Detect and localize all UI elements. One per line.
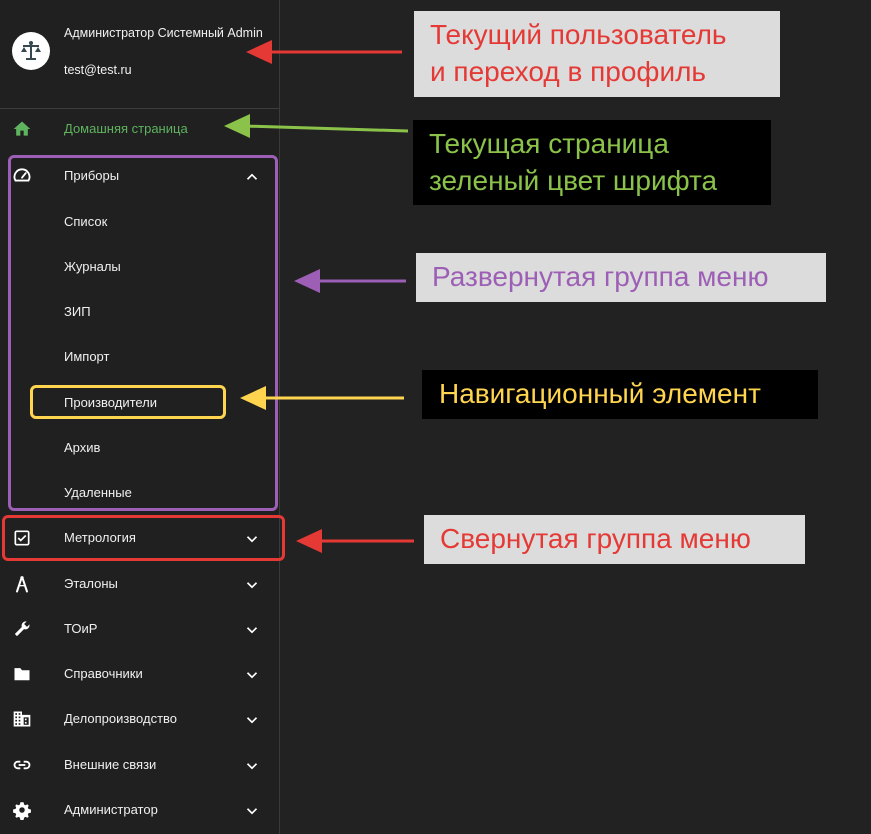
arrow-expanded-group: [294, 269, 406, 293]
arrow-nav-element: [240, 386, 404, 410]
annotation-arrows: [224, 40, 414, 553]
arrow-user: [246, 40, 402, 64]
arrow-collapsed-group: [296, 529, 414, 553]
arrow-current-page: [224, 114, 409, 138]
